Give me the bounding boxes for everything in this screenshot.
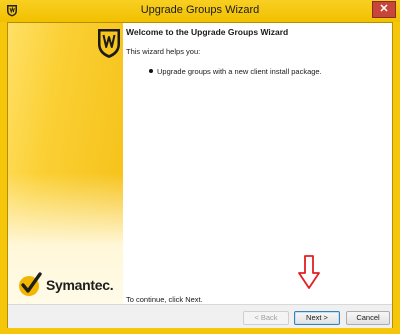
wizard-heading: Welcome to the Upgrade Groups Wizard [126, 27, 289, 37]
title-bar[interactable]: Upgrade Groups Wizard ✕ [0, 0, 400, 22]
close-button[interactable]: ✕ [372, 1, 396, 18]
button-bar: < Back Next > Cancel [8, 304, 392, 328]
symantec-logo: Symantec. [18, 271, 123, 301]
list-item: Upgrade groups with a new client install… [149, 67, 322, 76]
wizard-window: Upgrade Groups Wizard ✕ Symantec. Welcom… [0, 0, 400, 334]
cancel-button[interactable]: Cancel [346, 311, 390, 325]
wizard-banner: Symantec. [8, 23, 123, 304]
intro-text: This wizard helps you: [126, 47, 201, 56]
back-button[interactable]: < Back [243, 311, 289, 325]
brand-name: Symantec. [46, 277, 114, 293]
symantec-shield-icon [98, 29, 120, 58]
red-down-arrow-icon [298, 255, 320, 289]
window-title: Upgrade Groups Wizard [140, 4, 260, 16]
bullet-text: Upgrade groups with a new client install… [157, 67, 322, 76]
continue-instruction: To continue, click Next. [126, 295, 203, 304]
wizard-content: Welcome to the Upgrade Groups Wizard Thi… [123, 23, 392, 304]
bullet-icon [149, 69, 153, 73]
symantec-check-icon [19, 272, 42, 296]
next-button[interactable]: Next > [294, 311, 340, 325]
wizard-client-area: Symantec. Welcome to the Upgrade Groups … [7, 22, 393, 328]
